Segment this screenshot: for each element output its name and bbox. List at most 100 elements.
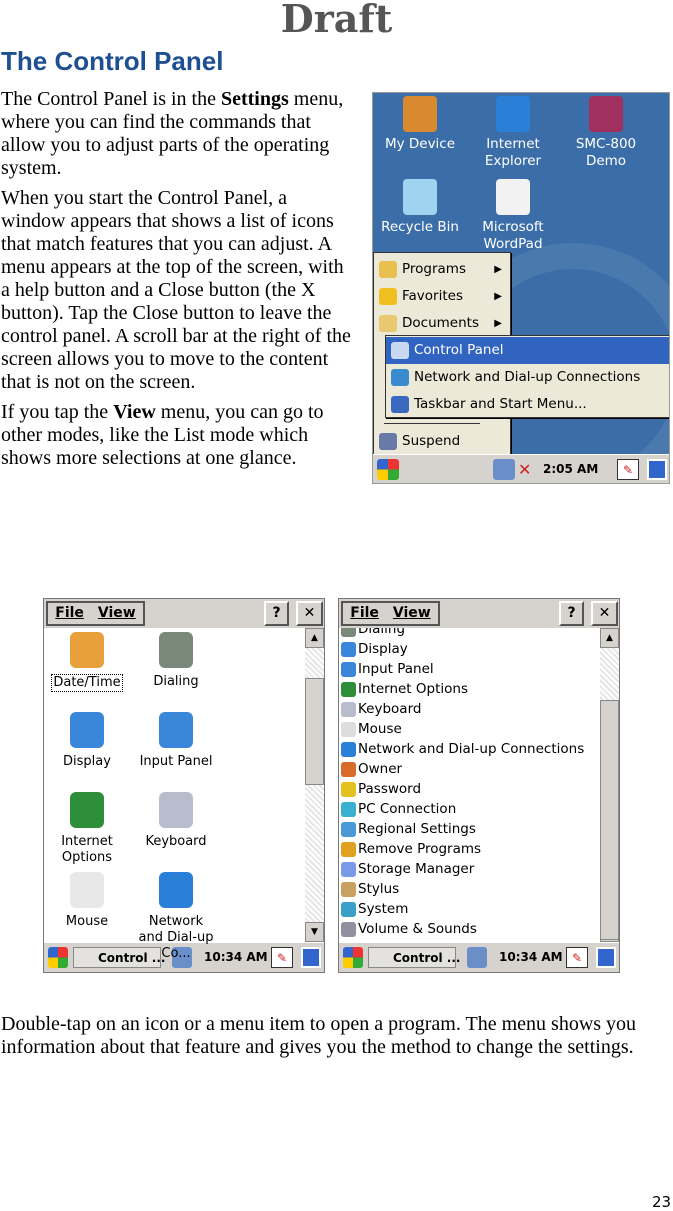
start-button-icon[interactable] — [377, 459, 399, 480]
control-panel-item[interactable]: Internet Options — [47, 792, 127, 866]
scrollbar[interactable]: ▲▼ — [305, 628, 324, 942]
menu-label: Control Panel — [414, 342, 504, 358]
submenu-item[interactable]: Taskbar and Start Menu... — [386, 391, 669, 418]
pda-icon — [403, 96, 437, 132]
keyboard-icon — [159, 792, 193, 828]
view-menu[interactable]: View — [393, 605, 431, 621]
close-button[interactable]: ✕ — [296, 601, 323, 626]
network-tray-icon[interactable] — [493, 459, 515, 480]
list-item[interactable]: Input Panel — [341, 659, 434, 679]
list-item[interactable]: Keyboard — [341, 699, 421, 719]
list-item[interactable]: Volume & Sounds — [341, 919, 477, 939]
regional-settings-icon — [341, 822, 356, 837]
control-panel-item[interactable]: Input Panel — [136, 712, 216, 770]
item-label: Input Panel — [139, 754, 213, 769]
dialing-icon — [159, 632, 193, 668]
list-item[interactable]: Owner — [341, 759, 402, 779]
list-item[interactable]: Internet Options — [341, 679, 468, 699]
scroll-down-arrow-icon[interactable]: ▼ — [305, 922, 324, 942]
start-menu-item-favorites[interactable]: Favorites ▶ — [374, 283, 510, 310]
owner-icon — [341, 762, 356, 777]
file-menu[interactable]: File — [350, 605, 379, 621]
scroll-up-arrow-icon[interactable]: ▲ — [600, 628, 619, 648]
bold-term: Settings — [220, 88, 289, 110]
text: When you start the Control Panel, a wind… — [1, 187, 351, 393]
desktop-icon-label: Recycle Bin — [381, 219, 459, 235]
paragraph: When you start the Control Panel, a wind… — [1, 187, 351, 394]
desktop-icon-recycle-bin[interactable]: Recycle Bin — [375, 179, 465, 236]
start-button-icon[interactable] — [48, 947, 68, 968]
internet-options-icon — [341, 682, 356, 697]
help-button[interactable]: ? — [559, 601, 584, 626]
desktop-icon-wordpad[interactable]: Microsoft WordPad — [468, 179, 558, 253]
network-tray-icon[interactable] — [467, 947, 487, 968]
menu-group: File View — [341, 601, 440, 626]
wordpad-icon — [496, 179, 530, 215]
draft-watermark: Draft — [280, 0, 393, 41]
list-item[interactable]: Remove Programs — [341, 839, 481, 859]
input-panel-icon[interactable]: ✎ — [271, 947, 293, 968]
list-item[interactable]: System — [341, 899, 408, 919]
start-menu-item-documents[interactable]: Documents ▶ — [374, 310, 510, 337]
item-label: PC Connection — [358, 801, 457, 817]
desktop-icon-smc[interactable]: SMC-800 Demo — [561, 96, 651, 170]
clock[interactable]: 2:05 AM — [543, 459, 598, 480]
list-item[interactable]: Storage Manager — [341, 859, 474, 879]
close-button[interactable]: ✕ — [591, 601, 618, 626]
list-item[interactable]: Regional Settings — [341, 819, 476, 839]
input-panel-icon[interactable]: ✎ — [617, 459, 639, 480]
bold-term: View — [113, 401, 156, 423]
control-panel-item[interactable]: Display — [47, 712, 127, 770]
control-panel-item[interactable]: Dialing — [136, 632, 216, 690]
date-time-icon — [70, 632, 104, 668]
desktop-icon-pda[interactable]: My Device — [375, 96, 465, 153]
desktop-icon-ie[interactable]: Internet Explorer — [468, 96, 558, 170]
list-item[interactable]: Mouse — [341, 719, 402, 739]
item-label: System — [358, 901, 409, 917]
item-label: Dialing — [153, 674, 199, 689]
list-item[interactable]: Stylus — [341, 879, 399, 899]
start-button-icon[interactable] — [343, 947, 363, 968]
list-item[interactable]: Display — [341, 639, 408, 659]
disconnected-tray-icon[interactable]: ✕ — [518, 459, 531, 480]
menu-label: Documents — [402, 315, 479, 331]
control-panel-item[interactable]: Keyboard — [136, 792, 216, 850]
control-panel-item[interactable]: Mouse — [47, 872, 127, 930]
desktop-switch-icon[interactable] — [301, 947, 321, 968]
file-menu[interactable]: File — [55, 605, 84, 621]
text: The Control Panel is in the — [1, 88, 221, 110]
scroll-up-arrow-icon[interactable]: ▲ — [305, 628, 324, 648]
help-button[interactable]: ? — [264, 601, 289, 626]
taskbar-button-control-panel[interactable]: Control ... — [368, 947, 460, 968]
submenu-item[interactable]: Network and Dial-up Connections — [386, 364, 669, 391]
scroll-thumb[interactable] — [600, 700, 619, 940]
list-item[interactable]: Network and Dial-up Connections — [341, 739, 584, 759]
view-menu[interactable]: View — [98, 605, 136, 621]
control-panel-item[interactable]: Date/Time — [47, 632, 127, 692]
menu-bar: File View? ✕ — [339, 599, 619, 628]
suspend-icon — [379, 433, 397, 450]
item-label: Display — [358, 641, 408, 657]
scrollbar[interactable]: ▲▼ — [600, 628, 619, 942]
keyboard-icon — [341, 702, 356, 717]
task-label: Control ... — [393, 951, 461, 965]
list-item[interactable]: PC Connection — [341, 799, 456, 819]
network-and-dial-up-connections-icon — [341, 742, 356, 757]
item-label: Input Panel — [358, 661, 434, 677]
scroll-thumb[interactable] — [305, 678, 324, 785]
clock[interactable]: 10:34 AM — [499, 947, 563, 968]
item-label: Mouse — [358, 721, 402, 737]
body-text: The Control Panel is in the Settings men… — [1, 88, 351, 477]
desktop-icon-label: Microsoft WordPad — [482, 219, 544, 252]
input-panel-icon[interactable]: ✎ — [566, 947, 588, 968]
mouse-icon — [341, 722, 356, 737]
start-menu-item-suspend[interactable]: Suspend — [374, 428, 510, 455]
menu-label: Network and Dial-up Connections — [414, 369, 641, 385]
item-label: Password — [358, 781, 422, 797]
desktop-switch-icon[interactable] — [596, 947, 616, 968]
desktop-switch-icon[interactable] — [647, 459, 667, 480]
start-menu-item-programs[interactable]: Programs ▶ — [374, 256, 510, 283]
control-panel-item[interactable]: Network and Dial-up Co... — [136, 872, 216, 962]
submenu-item[interactable]: Control Panel — [386, 337, 669, 364]
list-item[interactable]: Password — [341, 779, 421, 799]
